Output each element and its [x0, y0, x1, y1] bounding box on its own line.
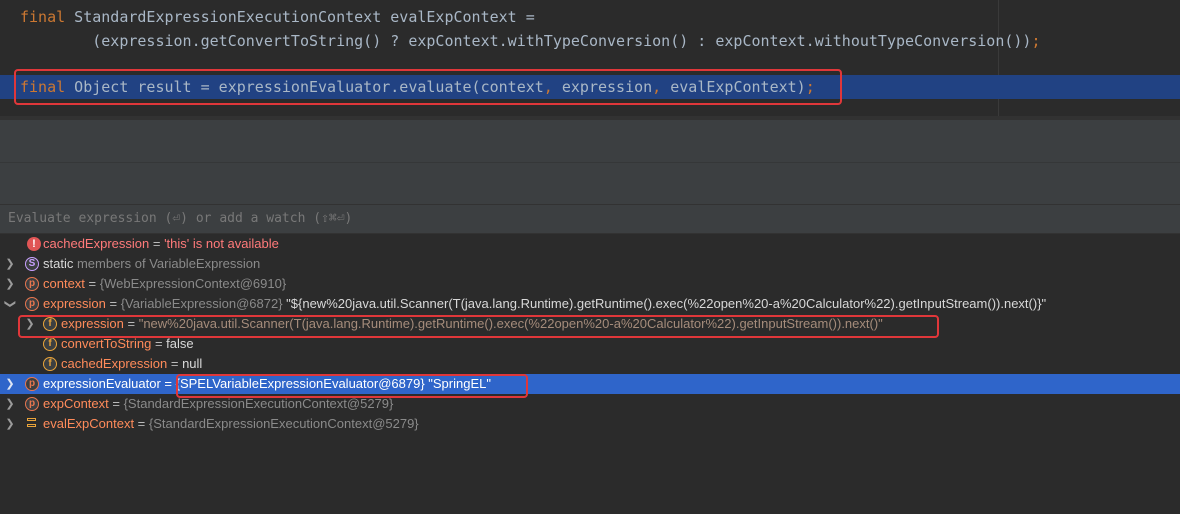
tree-row-static-members[interactable]: ❯ S static members of VariableExpression: [0, 254, 1180, 274]
chevron-right-icon[interactable]: ❯: [4, 274, 16, 294]
tree-row-context[interactable]: ❯ p context = {WebExpressionContext@6910…: [0, 274, 1180, 294]
tree-row-evalExpContext[interactable]: ❯ evalExpContext = {StandardExpressionEx…: [0, 414, 1180, 434]
code-text: (expression.getConvertToString() ? expCo…: [20, 32, 1032, 50]
parameter-icon: p: [25, 277, 39, 291]
debugger-toolbar-area: [0, 120, 1180, 204]
parameter-icon: p: [25, 397, 39, 411]
static-icon: S: [25, 257, 39, 271]
highlight-box-code: [14, 69, 842, 105]
var-name: expContext: [43, 396, 109, 411]
field-icon: f: [43, 357, 57, 371]
chevron-right-icon[interactable]: ❯: [4, 394, 16, 414]
var-value: {StandardExpressionExecutionContext@5279…: [148, 416, 419, 431]
variables-tree[interactable]: ! cachedExpression = 'this' is not avail…: [0, 234, 1180, 454]
highlight-box-evaluator: [176, 374, 528, 398]
evaluate-expression-input[interactable]: Evaluate expression (⏎) or add a watch (…: [0, 204, 1180, 234]
code-line-1[interactable]: final StandardExpressionExecutionContext…: [0, 5, 1180, 29]
equals: =: [167, 356, 183, 371]
field-icon: f: [43, 337, 57, 351]
chevron-right-icon[interactable]: ❯: [4, 254, 16, 274]
var-name: cachedExpression: [61, 356, 168, 371]
var-name: static: [43, 256, 74, 271]
var-value: {StandardExpressionExecutionContext@5279…: [123, 396, 394, 411]
equals: =: [160, 376, 176, 391]
var-name: expression: [43, 296, 106, 311]
code-line-2[interactable]: (expression.getConvertToString() ? expCo…: [0, 29, 1180, 53]
var-name: context: [43, 276, 85, 291]
var-name: convertToString: [61, 336, 152, 351]
equals: =: [84, 276, 100, 291]
tree-row-expression[interactable]: ❯ p expression = {VariableExpression@687…: [0, 294, 1180, 314]
equals: =: [134, 416, 149, 431]
chevron-right-icon[interactable]: ❯: [4, 414, 16, 434]
keyword-final: final: [20, 8, 66, 26]
var-string-value: "${new%20java.util.Scanner(T(java.lang.R…: [282, 296, 1047, 311]
chevron-down-icon[interactable]: ❯: [0, 298, 20, 310]
var-name: evalExpContext: [43, 416, 135, 431]
var-value: {WebExpressionContext@6910}: [99, 276, 287, 291]
watch-placeholder: Evaluate expression (⏎) or add a watch (…: [8, 211, 353, 226]
error-icon: !: [27, 237, 41, 251]
highlight-box-expression: [18, 315, 939, 338]
equals: =: [105, 296, 121, 311]
var-value: null: [182, 356, 203, 371]
parameter-icon: p: [25, 297, 39, 311]
var-name: expressionEvaluator: [43, 376, 161, 391]
equals: =: [108, 396, 124, 411]
var-value: members of VariableExpression: [73, 256, 261, 271]
var-value: 'this' is not available: [164, 236, 279, 251]
parameter-icon: p: [25, 377, 39, 391]
semicolon: ;: [1031, 32, 1041, 50]
tree-row-cachedExpression-field[interactable]: f cachedExpression = null: [0, 354, 1180, 374]
equals: =: [151, 336, 167, 351]
divider: [0, 162, 1180, 163]
var-value: {VariableExpression@6872}: [120, 296, 283, 311]
tree-row-cachedExpression-error[interactable]: ! cachedExpression = 'this' is not avail…: [0, 234, 1180, 254]
chevron-right-icon[interactable]: ❯: [4, 374, 16, 394]
var-value: false: [166, 336, 194, 351]
local-variable-icon: [25, 417, 39, 431]
var-name: cachedExpression: [43, 236, 150, 251]
equals: =: [149, 236, 165, 251]
code-text: StandardExpressionExecutionContext evalE…: [65, 8, 535, 26]
